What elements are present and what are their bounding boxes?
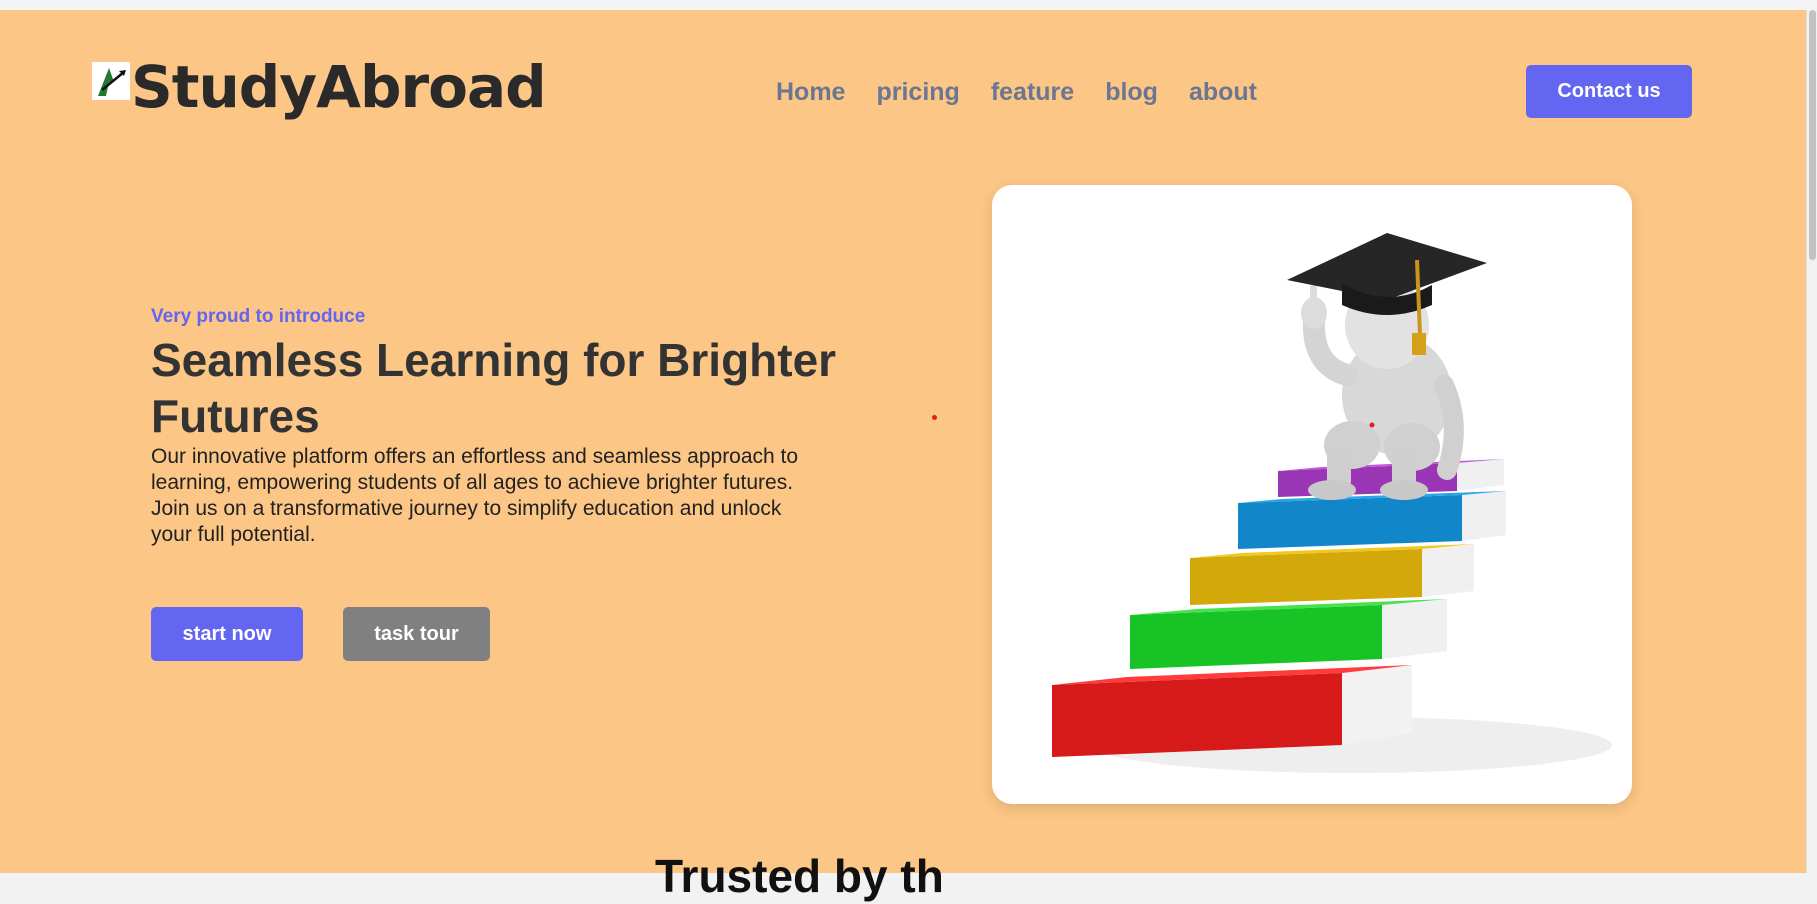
main-nav: Home pricing feature blog about — [776, 72, 1257, 112]
page-scrollbar[interactable] — [1806, 10, 1817, 873]
nav-feature[interactable]: feature — [991, 72, 1074, 112]
hero-eyebrow: Very proud to introduce — [151, 306, 366, 327]
hero-description: Our innovative platform offers an effort… — [151, 445, 799, 546]
start-now-button[interactable]: start now — [151, 607, 303, 661]
task-tour-button[interactable]: task tour — [343, 607, 490, 661]
nav-pricing[interactable]: pricing — [876, 72, 959, 112]
graduate-on-books-illustration — [1052, 233, 1612, 773]
hero-title: Seamless Learning for Brighter Futures — [151, 334, 837, 442]
nav-about[interactable]: about — [1189, 72, 1257, 112]
next-section-heading: Trusted by th — [655, 850, 944, 902]
cursor-dot — [932, 415, 937, 420]
contact-us-button[interactable]: Contact us — [1526, 65, 1692, 118]
nav-home[interactable]: Home — [776, 72, 845, 112]
brand-logo-text[interactable]: StudyAbroad — [131, 52, 547, 122]
hero-image — [992, 185, 1632, 804]
nav-blog[interactable]: blog — [1105, 72, 1158, 112]
logo-icon[interactable] — [92, 62, 130, 100]
scrollbar-thumb[interactable] — [1809, 10, 1816, 260]
